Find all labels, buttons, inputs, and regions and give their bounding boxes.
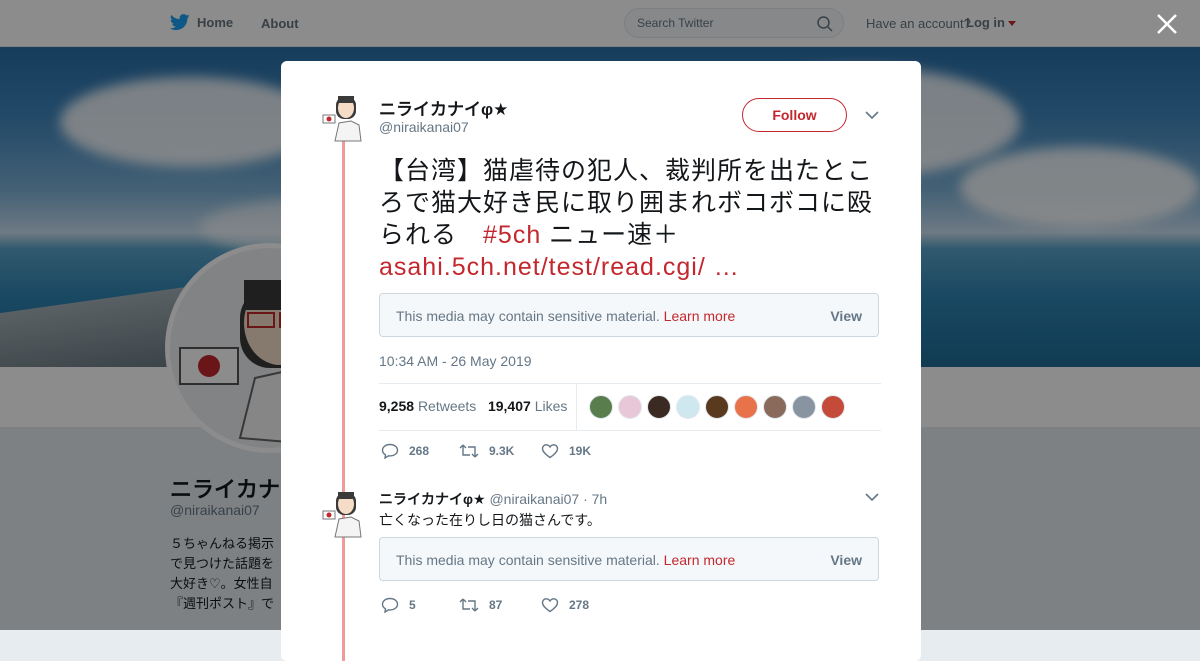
liker-avatar[interactable] — [647, 395, 671, 419]
hashtag-link[interactable]: #5ch — [483, 221, 541, 249]
sensitive-message: This media may contain sensitive materia… — [396, 308, 660, 324]
heart-icon — [541, 598, 559, 613]
stats-divider — [576, 384, 577, 430]
retweet-action[interactable]: 87 — [459, 597, 502, 613]
tweet-url-link[interactable]: asahi.5ch.net/test/read.cgi/ … — [379, 253, 740, 281]
reply-author-name[interactable]: ニライカナイφ★ — [379, 491, 486, 507]
retweet-icon — [459, 444, 479, 458]
retweet-count[interactable]: 9,258 — [379, 398, 414, 414]
reply-text: 亡くなった在りし日の猫さんです。 — [379, 512, 601, 528]
view-media-button[interactable]: View — [830, 308, 862, 324]
retweet-short-count: 9.3K — [489, 444, 515, 458]
view-media-button[interactable]: View — [830, 552, 862, 568]
reply-author-handle[interactable]: @niraikanai07 — [489, 491, 579, 507]
divider — [379, 430, 881, 431]
like-action[interactable]: 278 — [541, 597, 589, 613]
retweet-label[interactable]: Retweets — [418, 398, 476, 414]
tweet-text: 【台湾】猫虐待の犯人、裁判所を出たところで猫大好き民に取り囲まれボコボコに殴られ… — [379, 155, 879, 283]
reply-count: 5 — [409, 598, 416, 612]
liker-avatar[interactable] — [792, 395, 816, 419]
like-label[interactable]: Likes — [535, 398, 568, 414]
reply-action[interactable]: 5 — [381, 597, 416, 613]
liker-avatar[interactable] — [763, 395, 787, 419]
learn-more-link[interactable]: Learn more — [664, 308, 736, 324]
reply-author-avatar[interactable] — [321, 489, 367, 539]
like-short-count: 19K — [569, 444, 592, 458]
retweet-count: 87 — [489, 598, 503, 612]
follow-button[interactable]: Follow — [742, 98, 847, 132]
reply-icon — [381, 443, 399, 459]
like-action[interactable]: 19K — [541, 443, 591, 459]
chevron-down-icon[interactable] — [865, 492, 879, 502]
like-count: 278 — [569, 598, 590, 612]
tweet-body-suffix: ニュー速＋ — [541, 221, 680, 249]
sensitive-message: This media may contain sensitive materia… — [396, 552, 660, 568]
sensitive-media-notice: This media may contain sensitive materia… — [379, 293, 879, 337]
reply-icon — [381, 597, 399, 613]
liker-avatar[interactable] — [705, 395, 729, 419]
reply-time[interactable]: 7h — [592, 491, 608, 507]
learn-more-link[interactable]: Learn more — [664, 552, 736, 568]
liker-avatar[interactable] — [618, 395, 642, 419]
tweet-timestamp[interactable]: 10:34 AM - 26 May 2019 — [379, 353, 532, 369]
like-count[interactable]: 19,407 — [488, 398, 531, 414]
tweet-author-avatar[interactable] — [321, 93, 367, 143]
tweet-stats: 9,258 Retweets 19,407 Likes — [379, 398, 567, 414]
liker-avatar[interactable] — [821, 395, 845, 419]
reply-action[interactable]: 268 — [381, 443, 429, 459]
close-icon[interactable] — [1155, 12, 1179, 36]
sensitive-media-notice: This media may contain sensitive materia… — [379, 537, 879, 581]
tweet-permalink-modal: ニライカナイφ★ @niraikanai07 Follow 【台湾】猫虐待の犯人… — [281, 61, 921, 661]
tweet-author-handle[interactable]: @niraikanai07 — [379, 119, 469, 135]
heart-icon — [541, 444, 559, 459]
retweet-icon — [459, 598, 479, 612]
chevron-down-icon[interactable] — [865, 110, 879, 120]
retweet-action[interactable]: 9.3K — [459, 443, 514, 459]
divider — [379, 383, 881, 384]
liker-avatar[interactable] — [676, 395, 700, 419]
liker-avatar[interactable] — [589, 395, 613, 419]
reply-count: 268 — [409, 444, 430, 458]
liker-avatar[interactable] — [734, 395, 758, 419]
tweet-author-name[interactable]: ニライカナイφ★ — [379, 95, 508, 120]
thread-connector — [342, 141, 345, 661]
reply-header: ニライカナイφ★ @niraikanai07 · 7h — [379, 491, 608, 507]
